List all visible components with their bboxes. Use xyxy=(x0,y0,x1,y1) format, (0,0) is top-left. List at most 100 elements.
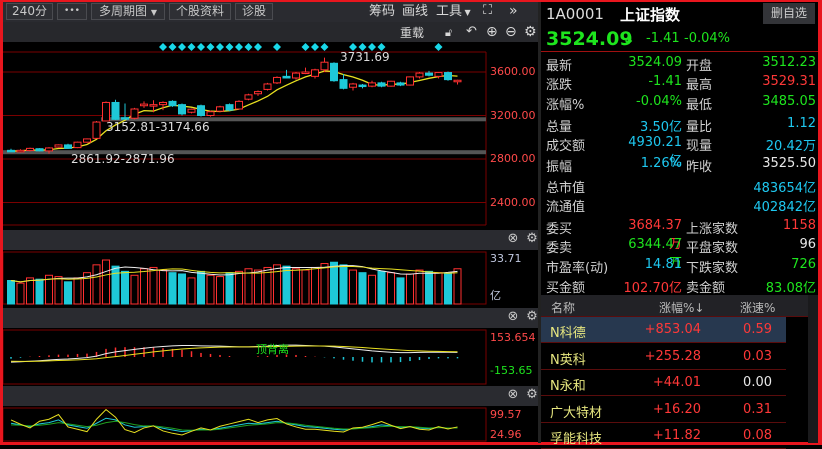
ranking-row[interactable]: N英科 +255.28 0.03 xyxy=(541,344,786,370)
undo-icon[interactable]: ↶ xyxy=(466,24,477,40)
chips-button[interactable]: 筹码 xyxy=(369,4,395,20)
candle-body xyxy=(339,79,348,89)
candle-body xyxy=(434,72,443,77)
osc-max-label: 99.57 xyxy=(490,408,522,421)
column-header-change-pct[interactable]: 涨幅%↓ xyxy=(659,299,704,316)
scrollbar[interactable] xyxy=(808,295,818,443)
quote-value: 3525.50 xyxy=(762,156,816,171)
diagnose-button[interactable]: 诊股 xyxy=(235,3,273,20)
volume-bar xyxy=(453,268,462,305)
quote-label: 委卖 xyxy=(546,241,573,256)
quote-label: 上涨家数 xyxy=(686,222,739,237)
quote-label: 买金额 xyxy=(546,281,586,296)
volume-bar xyxy=(254,269,262,305)
quote-label: 昨收 xyxy=(686,160,713,175)
quote-value: 1.12 xyxy=(787,116,816,131)
stock-info-button[interactable]: 个股资料 xyxy=(169,3,231,20)
quote-value: 1158 xyxy=(782,218,816,233)
quote-label: 平盘家数 xyxy=(686,241,739,256)
signal-diamond xyxy=(206,43,215,51)
change-speed: 0.00 xyxy=(743,375,772,390)
ranking-row[interactable]: N科德 +853.04 0.59 xyxy=(541,317,786,343)
quote-label: 振幅 xyxy=(546,160,573,175)
reload-button[interactable]: 重载 xyxy=(400,25,424,41)
volume-bar xyxy=(7,280,15,305)
osc-j-line xyxy=(10,408,458,436)
candle-body xyxy=(406,76,414,86)
settings-gear-icon[interactable]: ⚙ xyxy=(524,24,537,40)
multi-period-dropdown[interactable]: 多周期图 ▼ xyxy=(91,3,165,20)
candle-body xyxy=(358,84,367,88)
quote-label: 市盈率(动) xyxy=(546,261,609,276)
signal-diamond xyxy=(197,43,205,51)
collapse-panel-icon[interactable]: » xyxy=(509,3,518,19)
y-tick-label: 3600.00 xyxy=(490,65,536,78)
candle-body xyxy=(197,105,205,117)
ranking-row[interactable]: N永和 +44.01 0.00 xyxy=(541,370,786,396)
candle-body xyxy=(244,94,253,100)
chart-subtoolbar xyxy=(3,22,538,42)
signal-diamond xyxy=(311,43,319,51)
draw-line-button[interactable]: 画线 xyxy=(402,4,428,20)
quote-value: 726 xyxy=(791,257,816,272)
zoom-in-icon[interactable]: ⊕ xyxy=(486,24,498,40)
ranking-row[interactable]: 广大特材 +16.20 0.31 xyxy=(541,397,786,423)
volume-bar xyxy=(396,277,405,305)
quote-label: 涨幅% xyxy=(546,98,585,113)
candle-body xyxy=(444,72,452,81)
volume-bar xyxy=(178,273,186,305)
lock-icon[interactable]: 🔓︎ xyxy=(445,25,452,41)
column-header-speed[interactable]: 涨速% xyxy=(740,299,775,316)
volume-bar xyxy=(292,268,300,305)
tools-dropdown[interactable]: 工具 ▼ xyxy=(436,4,471,21)
ranking-row[interactable]: 孚能科技 +11.82 0.08 xyxy=(541,423,786,449)
change-speed: 0.03 xyxy=(743,348,772,364)
volume-bar xyxy=(225,272,234,305)
candle-body xyxy=(292,72,300,79)
remove-watchlist-button[interactable]: 删自选 xyxy=(763,3,815,24)
osc-min-label: 24.96 xyxy=(490,428,522,441)
period-button[interactable]: 240分 xyxy=(6,3,53,20)
volume-bar xyxy=(387,272,395,305)
stock-name: N英科 xyxy=(550,352,586,368)
quote-value: 14.81 xyxy=(644,257,682,272)
candle-body xyxy=(168,100,177,107)
quote-label: 总量 xyxy=(546,120,573,135)
candle-body xyxy=(425,72,433,76)
volume-bar xyxy=(64,281,72,305)
quote-value: -1.41 xyxy=(648,74,682,89)
quote-value: 1.26% xyxy=(640,156,682,171)
quote-value: 20.42万 xyxy=(765,139,816,154)
fullscreen-icon[interactable]: ⛶ xyxy=(483,3,492,19)
column-header-name[interactable]: 名称 xyxy=(551,299,575,316)
candle-body xyxy=(396,82,405,86)
support-band-label: 2861.92-2871.96 xyxy=(71,152,175,166)
candle-body xyxy=(254,91,262,95)
stock-code: 1A0001 xyxy=(546,5,604,23)
quote-label: 流通值 xyxy=(546,200,586,215)
signal-diamond xyxy=(254,43,262,51)
candle-body xyxy=(83,138,91,143)
volume-bar xyxy=(339,264,348,305)
volume-bar xyxy=(320,263,329,305)
stock-name: 上证指数 xyxy=(620,6,681,24)
signal-diamond xyxy=(187,43,196,51)
candle-body xyxy=(311,69,319,77)
volume-bar xyxy=(130,274,139,305)
stock-name: 广大特材 xyxy=(550,405,603,421)
quote-value: 483654亿 xyxy=(753,181,816,196)
quote-value: 3485.05 xyxy=(762,94,816,109)
macd-min-label: -153.65 xyxy=(490,364,533,377)
quote-value: 3524.09 xyxy=(628,55,682,70)
candle-body xyxy=(282,75,291,79)
candle-body xyxy=(235,100,243,110)
caret-down-icon: ▼ xyxy=(150,8,157,17)
change-speed: 0.08 xyxy=(743,428,772,443)
quote-label: 卖金额 xyxy=(686,281,726,296)
volume-bar xyxy=(149,266,158,305)
more-periods-button[interactable]: ••• xyxy=(57,3,87,20)
zoom-out-icon[interactable]: ⊖ xyxy=(505,24,517,40)
signal-diamond xyxy=(301,43,310,51)
signal-diamond xyxy=(216,43,224,51)
price-chart[interactable] xyxy=(3,42,538,442)
